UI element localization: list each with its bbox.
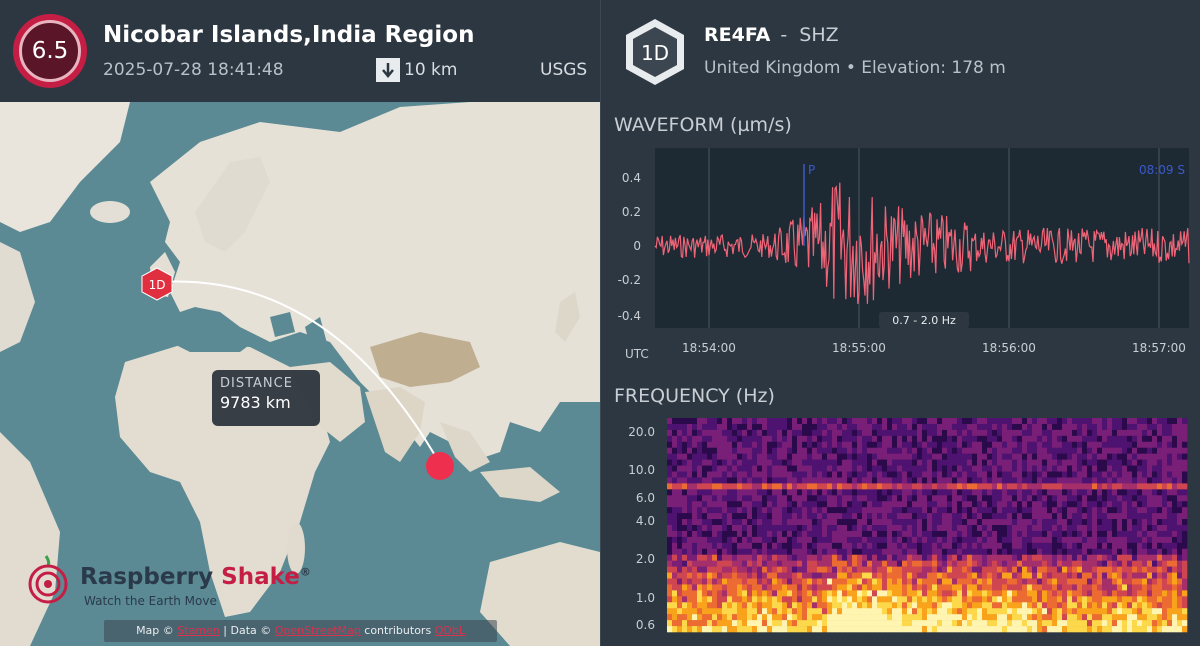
depth-arrow-icon bbox=[376, 58, 400, 82]
p-wave-label: P bbox=[808, 163, 815, 177]
raspberry-shake-logo: Raspberry Shake® Watch the Earth Move bbox=[26, 554, 311, 614]
raspberry-logo-icon bbox=[28, 555, 68, 604]
waveform-x-tick: 18:55:00 bbox=[832, 341, 886, 355]
logo-tagline: Watch the Earth Move bbox=[84, 594, 217, 608]
waveform-x-tick: 18:56:00 bbox=[982, 341, 1036, 355]
station-code: RE4FA - SHZ bbox=[704, 24, 839, 46]
spectrogram-y-tick: 4.0 bbox=[636, 514, 655, 528]
filter-label: 0.7 - 2.0 Hz bbox=[892, 314, 956, 327]
station-panel: 1D RE4FA - SHZ United Kingdom • Elevation… bbox=[600, 0, 1200, 646]
distance-label: DISTANCE bbox=[220, 376, 293, 391]
epicenter-marker[interactable] bbox=[426, 452, 454, 480]
waveform-x-tick: 18:54:00 bbox=[682, 341, 736, 355]
station-marker-label: 1D bbox=[149, 278, 166, 292]
spectrogram-y-tick: 2.0 bbox=[636, 552, 655, 566]
app-root: 6.5 Nicobar Islands,India Region 2025-07… bbox=[0, 0, 1200, 646]
spectrogram-chart[interactable]: 20.0 10.0 6.0 4.0 2.0 1.0 0.6 bbox=[611, 418, 1200, 634]
event-header: 6.5 Nicobar Islands,India Region 2025-07… bbox=[0, 0, 600, 102]
station-badge: 1D bbox=[626, 19, 684, 85]
distance-tooltip: DISTANCE 9783 km bbox=[212, 370, 320, 426]
station-channel: SHZ bbox=[799, 24, 839, 46]
attribution-prefix: Map © bbox=[136, 624, 174, 637]
waveform-y-tick: 0.4 bbox=[622, 171, 641, 185]
logo-brand-part2: Shake bbox=[221, 564, 300, 590]
map-attribution: Map © Stamen | Data © OpenStreetMap cont… bbox=[104, 620, 497, 642]
magnitude-value: 6.5 bbox=[19, 20, 81, 82]
event-source: USGS bbox=[540, 60, 588, 80]
station-id: RE4FA bbox=[704, 24, 771, 46]
waveform-y-tick: 0.2 bbox=[622, 205, 641, 219]
logo-brand-part1: Raspberry bbox=[80, 564, 214, 590]
waveform-y-tick: -0.4 bbox=[618, 309, 641, 323]
event-title[interactable]: Nicobar Islands,India Region bbox=[103, 22, 474, 48]
magnitude-badge: 6.5 bbox=[13, 14, 87, 88]
distance-value: 9783 km bbox=[220, 393, 291, 412]
spectrogram-y-tick: 1.0 bbox=[636, 591, 655, 605]
spectrogram-svg: 20.0 10.0 6.0 4.0 2.0 1.0 0.6 bbox=[628, 418, 1188, 633]
spectrogram-y-tick: 0.6 bbox=[636, 618, 655, 632]
attribution-mid: | Data © bbox=[223, 624, 272, 637]
waveform-title: WAVEFORM (µm/s) bbox=[614, 114, 792, 136]
attribution-link-stamen[interactable]: Stamen bbox=[177, 624, 220, 637]
station-location: United Kingdom • Elevation: 178 m bbox=[704, 58, 1006, 78]
spectrogram-y-tick: 6.0 bbox=[636, 491, 655, 505]
waveform-chart[interactable]: 18:54:00 18:55:00 18:56:00 18:57:00 UTC 0.4 0.… bbox=[611, 146, 1200, 361]
spectrogram-cells bbox=[667, 418, 1188, 633]
waveform-plot-area bbox=[655, 148, 1189, 328]
frequency-title: FREQUENCY (Hz) bbox=[614, 385, 775, 407]
attribution-suffix: contributors bbox=[364, 624, 432, 637]
station-separator: - bbox=[780, 24, 788, 46]
waveform-x-tick: 18:57:00 bbox=[1132, 341, 1186, 355]
logo-registered: ® bbox=[299, 565, 311, 579]
waveform-y-tick: -0.2 bbox=[618, 273, 641, 287]
station-badge-label: 1D bbox=[641, 41, 669, 65]
s-wave-label: 08:09 S bbox=[1139, 163, 1185, 177]
event-depth: 10 km bbox=[376, 58, 457, 82]
waveform-svg: 18:54:00 18:55:00 18:56:00 18:57:00 UTC 0.4 0.… bbox=[618, 148, 1190, 361]
spectrogram-y-tick: 10.0 bbox=[628, 463, 655, 477]
attribution-link-odbl[interactable]: ODbL bbox=[435, 624, 465, 637]
spectrogram-y-tick: 20.0 bbox=[628, 425, 655, 439]
attribution-link-osm[interactable]: OpenStreetMap bbox=[275, 624, 361, 637]
event-panel: 6.5 Nicobar Islands,India Region 2025-07… bbox=[0, 0, 600, 646]
event-datetime: 2025-07-28 18:41:48 bbox=[103, 60, 284, 80]
depth-value: 10 km bbox=[404, 60, 458, 80]
waveform-y-tick: 0 bbox=[633, 239, 641, 253]
waveform-x-unit: UTC bbox=[625, 347, 649, 360]
logo-brand: Raspberry Shake® bbox=[80, 564, 311, 590]
